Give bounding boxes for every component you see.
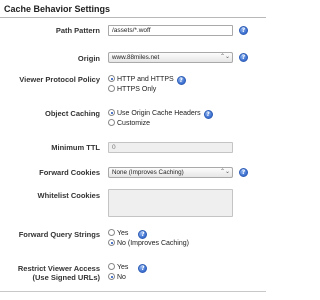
radio-label: No [117,274,126,281]
radio-label: HTTP and HTTPS [117,76,174,83]
radio-restrict-no[interactable]: No [108,273,126,282]
forward-cookies-select-value: None (Improves Caching) [112,169,184,176]
origin-select-value: www.88miles.net [112,54,160,61]
origin-label: Origin [77,54,100,63]
info-icon[interactable]: ? [239,26,248,35]
radio-use-origin-cache-headers[interactable]: Use Origin Cache Headers? [108,109,213,119]
bottom-divider [0,291,266,292]
info-icon[interactable]: ? [203,110,213,119]
radio-button[interactable] [108,229,115,236]
radio-button[interactable] [108,239,115,246]
path-pattern-label: Path Pattern [55,26,100,35]
radio-button[interactable] [108,75,115,82]
radio-label: HTTPS Only [117,86,157,93]
forward-cookies-select[interactable]: None (Improves Caching) ⌃⌄ [108,167,233,178]
origin-select[interactable]: www.88miles.net ⌃⌄ [108,52,233,63]
radio-label: Use Origin Cache Headers [117,110,201,117]
radio-button[interactable] [108,119,115,126]
radio-button[interactable] [108,109,115,116]
minimum-ttl-label: Minimum TTL [51,143,100,152]
radio-http-and-https[interactable]: HTTP and HTTPS? [108,75,186,85]
radio-label: Customize [117,120,151,127]
radio-https-only[interactable]: HTTPS Only [108,85,156,94]
radio-button[interactable] [108,85,115,92]
radio-button[interactable] [108,263,115,270]
forward-cookies-label: Forward Cookies [39,168,100,177]
radio-restrict-yes[interactable]: Yes? [108,263,148,273]
info-icon[interactable]: ? [239,168,248,177]
whitelist-cookies-label: Whitelist Cookies [37,191,100,200]
radio-forward-query-no[interactable]: No (Improves Caching) [108,239,189,248]
title-divider [0,17,266,18]
info-icon[interactable]: ? [138,230,148,239]
radio-customize[interactable]: Customize [108,119,150,128]
info-icon[interactable]: ? [138,264,148,273]
chevron-updown-icon: ⌃⌄ [219,54,230,60]
radio-label: No (Improves Caching) [117,240,189,247]
radio-forward-query-yes[interactable]: Yes? [108,229,148,239]
restrict-viewer-access-sublabel: (Use Signed URLs) [32,273,100,282]
forward-query-strings-label: Forward Query Strings [18,230,100,239]
path-pattern-input[interactable]: /assets/*.woff [108,25,233,36]
whitelist-cookies-input[interactable] [108,189,233,217]
info-icon[interactable]: ? [239,53,248,62]
section-title: Cache Behavior Settings [4,4,111,14]
minimum-ttl-input[interactable]: 0 [108,142,233,153]
object-caching-label: Object Caching [44,109,100,118]
radio-button[interactable] [108,273,115,280]
chevron-updown-icon: ⌃⌄ [219,169,230,175]
restrict-viewer-access-label: Restrict Viewer Access [17,264,100,273]
info-icon[interactable]: ? [176,76,186,85]
radio-label: Yes [117,264,129,271]
radio-label: Yes [117,230,129,237]
viewer-protocol-policy-label: Viewer Protocol Policy [19,75,100,84]
